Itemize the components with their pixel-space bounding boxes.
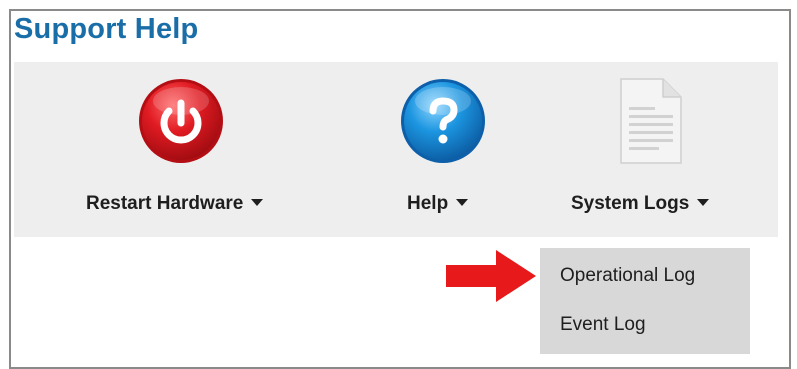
- red-arrow-icon: [446, 250, 536, 302]
- restart-hardware-label: Restart Hardware: [86, 193, 264, 215]
- system-logs-dropdown: Operational Log Event Log: [540, 248, 750, 354]
- page-title: Support Help: [14, 13, 199, 45]
- chevron-down-icon: [251, 199, 264, 207]
- system-logs-button[interactable]: System Logs: [569, 62, 759, 237]
- chevron-down-icon: [697, 199, 710, 207]
- help-question-icon: [401, 79, 485, 163]
- restart-hardware-button[interactable]: Restart Hardware: [54, 62, 284, 237]
- help-button[interactable]: Help: [384, 62, 504, 237]
- menu-item-operational-log[interactable]: Operational Log: [560, 265, 695, 287]
- help-label: Help: [407, 193, 469, 215]
- menu-item-event-log[interactable]: Event Log: [560, 314, 646, 336]
- chevron-down-icon: [456, 199, 469, 207]
- toolbar: Restart Hardware Help System Logs: [14, 62, 778, 237]
- document-icon: [620, 78, 682, 164]
- power-icon: [139, 79, 223, 163]
- system-logs-label: System Logs: [571, 193, 710, 215]
